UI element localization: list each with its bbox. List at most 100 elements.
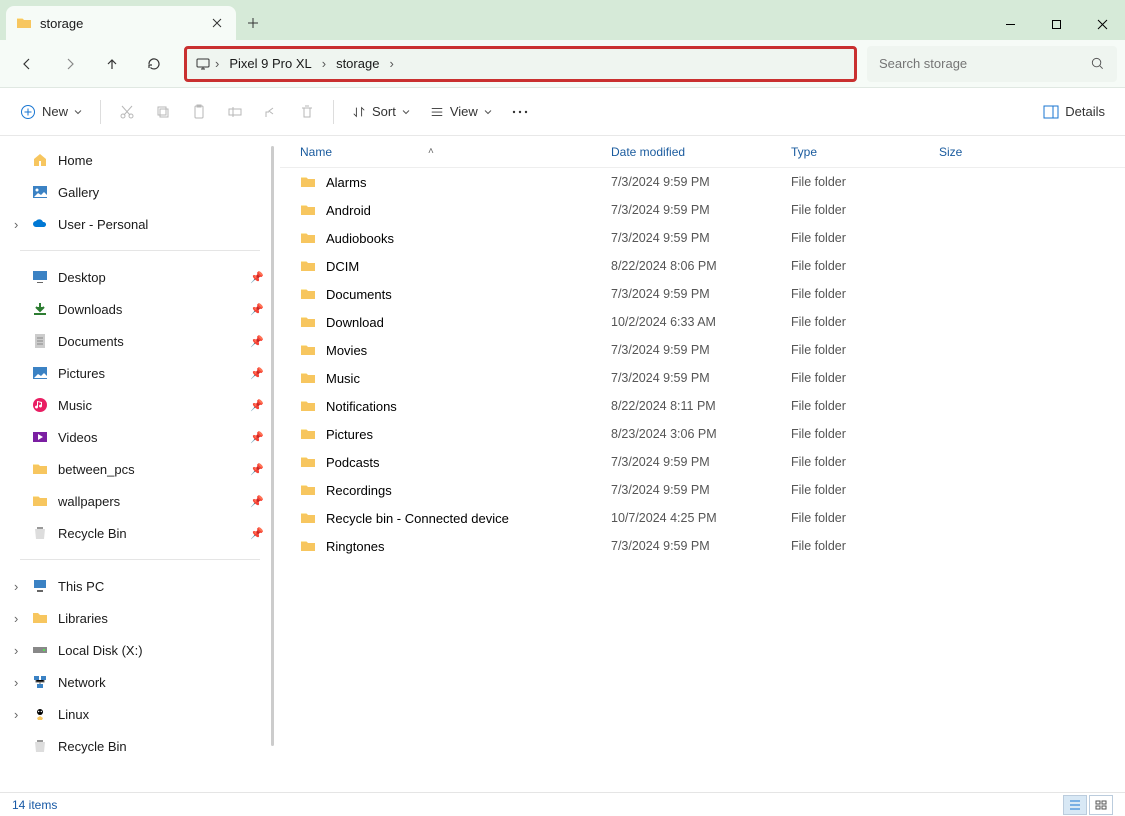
item-type: File folder	[791, 427, 939, 441]
item-date: 7/3/2024 9:59 PM	[611, 287, 791, 301]
refresh-button[interactable]	[134, 46, 174, 82]
details-pane-button[interactable]: Details	[1035, 96, 1113, 128]
separator	[333, 100, 334, 124]
column-name[interactable]: Name˄	[296, 145, 611, 159]
chevron-right-icon: ›	[215, 56, 219, 71]
column-size[interactable]: Size	[939, 145, 1039, 159]
folder-row[interactable]: Pictures8/23/2024 3:06 PMFile folder	[280, 420, 1125, 448]
sidebar-label: Recycle Bin	[58, 739, 127, 754]
item-name: Ringtones	[326, 539, 385, 554]
sidebar-item-recycle-bin[interactable]: Recycle Bin	[4, 730, 276, 762]
folder-row[interactable]: Notifications8/22/2024 8:11 PMFile folde…	[280, 392, 1125, 420]
pin-icon: 📌	[250, 335, 264, 348]
titlebar: storage	[0, 0, 1125, 40]
sidebar-item-gallery[interactable]: Gallery	[4, 176, 276, 208]
sidebar-item-between-pcs[interactable]: between_pcs📌	[4, 453, 276, 485]
view-button[interactable]: View	[422, 96, 500, 128]
folder-row[interactable]: Documents7/3/2024 9:59 PMFile folder	[280, 280, 1125, 308]
search-box[interactable]	[867, 46, 1117, 82]
item-date: 7/3/2024 9:59 PM	[611, 455, 791, 469]
item-name: Movies	[326, 343, 367, 358]
column-type[interactable]: Type	[791, 145, 939, 159]
paste-button[interactable]	[183, 96, 215, 128]
item-date: 7/3/2024 9:59 PM	[611, 371, 791, 385]
sidebar-item-home[interactable]: Home	[4, 144, 276, 176]
file-list: Name˄ Date modified Type Size Alarms7/3/…	[280, 136, 1125, 792]
sidebar-label: Downloads	[58, 302, 122, 317]
folder-row[interactable]: Music7/3/2024 9:59 PMFile folder	[280, 364, 1125, 392]
sidebar-item-this-pc[interactable]: This PC	[4, 570, 276, 602]
sidebar-item-local-disk-x-[interactable]: Local Disk (X:)	[4, 634, 276, 666]
folder-row[interactable]: Audiobooks7/3/2024 9:59 PMFile folder	[280, 224, 1125, 252]
folder-row[interactable]: DCIM8/22/2024 8:06 PMFile folder	[280, 252, 1125, 280]
folder-row[interactable]: Recordings7/3/2024 9:59 PMFile folder	[280, 476, 1125, 504]
item-name: Podcasts	[326, 455, 379, 470]
folder-row[interactable]: Download10/2/2024 6:33 AMFile folder	[280, 308, 1125, 336]
sidebar-item-recycle-bin[interactable]: Recycle Bin📌	[4, 517, 276, 549]
item-date: 7/3/2024 9:59 PM	[611, 231, 791, 245]
item-date: 8/23/2024 3:06 PM	[611, 427, 791, 441]
search-input[interactable]	[879, 56, 1090, 71]
folder-row[interactable]: Ringtones7/3/2024 9:59 PMFile folder	[280, 532, 1125, 560]
pin-icon: 📌	[250, 367, 264, 380]
cut-button[interactable]	[111, 96, 143, 128]
item-name: Music	[326, 371, 360, 386]
tab-close-button[interactable]	[208, 14, 226, 32]
sidebar-item-videos[interactable]: Videos📌	[4, 421, 276, 453]
sidebar: HomeGalleryUser - PersonalDesktop📌Downlo…	[0, 136, 280, 792]
sidebar-item-documents[interactable]: Documents📌	[4, 325, 276, 357]
details-label: Details	[1065, 104, 1105, 119]
item-date: 8/22/2024 8:06 PM	[611, 259, 791, 273]
folder-row[interactable]: Movies7/3/2024 9:59 PMFile folder	[280, 336, 1125, 364]
sidebar-label: Desktop	[58, 270, 106, 285]
item-name: Audiobooks	[326, 231, 394, 246]
folder-row[interactable]: Alarms7/3/2024 9:59 PMFile folder	[280, 168, 1125, 196]
folder-row[interactable]: Recycle bin - Connected device10/7/2024 …	[280, 504, 1125, 532]
share-button[interactable]	[255, 96, 287, 128]
sidebar-item-libraries[interactable]: Libraries	[4, 602, 276, 634]
copy-button[interactable]	[147, 96, 179, 128]
tab-storage[interactable]: storage	[6, 6, 236, 40]
sidebar-item-linux[interactable]: Linux	[4, 698, 276, 730]
toolbar: New Sort View Details	[0, 88, 1125, 136]
pin-icon: 📌	[250, 303, 264, 316]
forward-button[interactable]	[50, 46, 90, 82]
up-button[interactable]	[92, 46, 132, 82]
folder-row[interactable]: Android7/3/2024 9:59 PMFile folder	[280, 196, 1125, 224]
sidebar-item-network[interactable]: Network	[4, 666, 276, 698]
separator	[100, 100, 101, 124]
more-button[interactable]	[504, 96, 536, 128]
item-type: File folder	[791, 455, 939, 469]
rename-button[interactable]	[219, 96, 251, 128]
close-button[interactable]	[1079, 8, 1125, 40]
sidebar-item-desktop[interactable]: Desktop📌	[4, 261, 276, 293]
folder-row[interactable]: Podcasts 7/3/2024 9:59 PMFile folder	[280, 448, 1125, 476]
breadcrumb-folder[interactable]: storage	[330, 52, 385, 75]
item-date: 8/22/2024 8:11 PM	[611, 399, 791, 413]
sort-label: Sort	[372, 104, 396, 119]
sidebar-item-pictures[interactable]: Pictures📌	[4, 357, 276, 389]
minimize-button[interactable]	[987, 8, 1033, 40]
new-tab-button[interactable]	[236, 6, 270, 40]
sidebar-item-wallpapers[interactable]: wallpapers📌	[4, 485, 276, 517]
item-type: File folder	[791, 203, 939, 217]
maximize-button[interactable]	[1033, 8, 1079, 40]
address-bar[interactable]: › Pixel 9 Pro XL › storage ›	[184, 46, 857, 82]
sidebar-item-music[interactable]: Music📌	[4, 389, 276, 421]
sidebar-label: Linux	[58, 707, 89, 722]
sidebar-label: Network	[58, 675, 106, 690]
delete-button[interactable]	[291, 96, 323, 128]
sidebar-item-user-personal[interactable]: User - Personal	[4, 208, 276, 240]
column-date[interactable]: Date modified	[611, 145, 791, 159]
chevron-down-icon	[402, 108, 410, 116]
item-date: 7/3/2024 9:59 PM	[611, 483, 791, 497]
details-view-button[interactable]	[1063, 795, 1087, 815]
sidebar-label: Gallery	[58, 185, 99, 200]
sort-button[interactable]: Sort	[344, 96, 418, 128]
breadcrumb-device[interactable]: Pixel 9 Pro XL	[223, 52, 317, 75]
back-button[interactable]	[8, 46, 48, 82]
thumbnails-view-button[interactable]	[1089, 795, 1113, 815]
sidebar-item-downloads[interactable]: Downloads 📌	[4, 293, 276, 325]
sidebar-label: Home	[58, 153, 93, 168]
new-button[interactable]: New	[12, 96, 90, 128]
